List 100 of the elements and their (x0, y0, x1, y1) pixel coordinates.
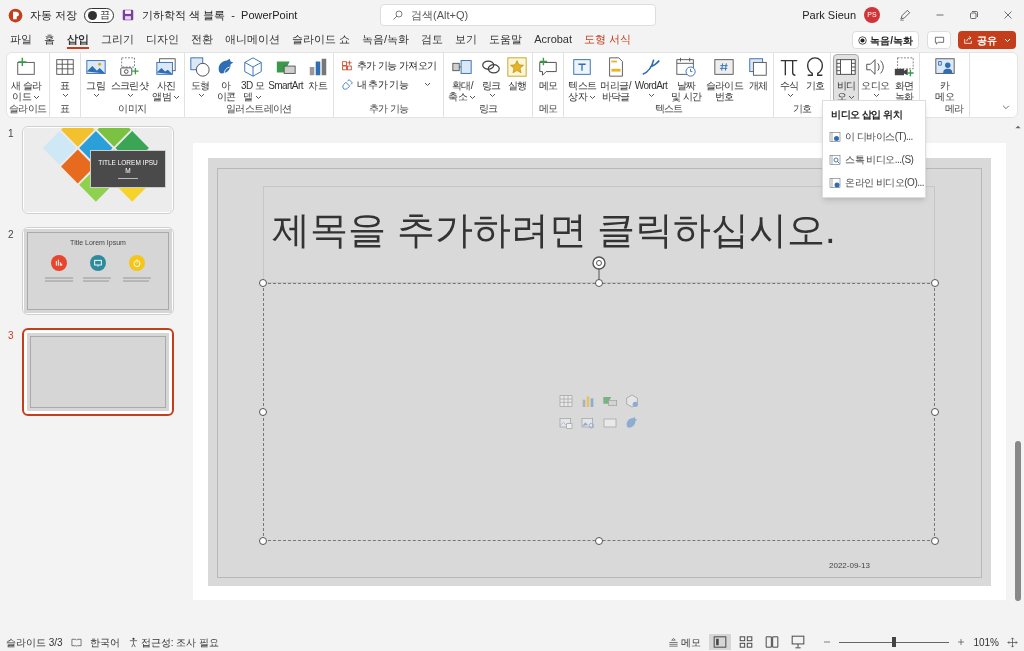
accessibility-status[interactable]: 접근성: 조사 필요 (140, 634, 220, 650)
app-logo-icon (8, 7, 23, 23)
ribbon-tab[interactable]: 전환 (191, 31, 213, 49)
ribbon-button[interactable]: 확대/ 축소 (446, 54, 479, 103)
ribbon-button[interactable]: 카 메오 (931, 54, 958, 103)
group-label: 표 (59, 103, 70, 114)
resize-handle[interactable] (931, 279, 939, 287)
ribbon-tab[interactable]: 검토 (421, 31, 444, 49)
ribbon-button[interactable]: 그림 (82, 54, 109, 100)
ribbon-tab[interactable]: 삽입 (67, 31, 89, 49)
video-file-icon (829, 130, 841, 143)
resize-handle[interactable] (931, 408, 939, 416)
accessibility-icon[interactable] (127, 636, 139, 648)
stock-video-icon (829, 153, 841, 166)
slide-thumbnail[interactable] (22, 328, 174, 416)
resize-handle[interactable] (259, 537, 267, 545)
autosave-toggle[interactable]: 끔 (84, 7, 115, 23)
normal-view-button[interactable] (709, 634, 732, 650)
puzzle-icon (340, 78, 354, 91)
ribbon-tab[interactable]: 보기 (455, 31, 478, 49)
zoom-level[interactable]: 101% (973, 634, 999, 650)
ribbon-button[interactable]: 링크 (478, 54, 505, 100)
speaker-icon (864, 56, 887, 78)
record-icon (858, 35, 868, 45)
ribbon-button[interactable]: 표 (51, 54, 78, 100)
group-label: 링크 (478, 103, 498, 114)
screen-record-icon (893, 56, 916, 78)
group-label: 메라 (944, 103, 964, 114)
ribbon-button[interactable]: 개체 (745, 54, 772, 92)
ribbon-tab[interactable]: 파일 (10, 31, 32, 49)
ribbon-tab[interactable]: 홈 (44, 31, 55, 49)
ribbon-button[interactable]: 차트 (304, 54, 331, 92)
fit-slide-icon[interactable] (1007, 636, 1018, 648)
slide-number: 2 (7, 228, 15, 242)
ribbon-button[interactable]: 도형 (187, 54, 214, 100)
ribbon-button[interactable]: 스크린샷 (108, 54, 151, 100)
ribbon-button[interactable]: 슬라이드 번호 (703, 54, 746, 103)
slide-number-icon (713, 56, 736, 78)
ribbon-tab[interactable]: 디자인 (146, 31, 179, 49)
ribbon-button[interactable]: 메모 (535, 54, 562, 92)
notes-button[interactable]: 메모 (668, 634, 702, 650)
film-icon (835, 56, 858, 78)
search-icon (392, 9, 404, 21)
search-field[interactable]: 검색(Alt+Q) (380, 4, 656, 26)
group-label: 일러스트레이션 (226, 103, 292, 114)
book-icon[interactable] (70, 636, 82, 648)
slide-add-icon (15, 56, 38, 78)
share-icon (963, 35, 973, 45)
ribbon-button[interactable]: 실행 (504, 54, 531, 92)
ribbon-button[interactable]: 비디 오 (833, 54, 860, 103)
zoom-in-icon[interactable] (957, 638, 966, 646)
ribbon-button[interactable]: WordArt (632, 54, 670, 100)
comments-button[interactable] (927, 31, 951, 49)
ribbon-button[interactable]: 새 슬라 이드 (9, 54, 44, 103)
scroll-up-icon[interactable] (1014, 123, 1022, 131)
ribbon-tab[interactable]: 슬라이드 쇼 (292, 31, 351, 49)
ribbon-button[interactable]: 화면 녹화 (891, 54, 918, 103)
ribbon-button[interactable]: 오디오 (859, 54, 892, 100)
table-icon (53, 56, 76, 78)
ribbon-button[interactable]: 아 이콘 (213, 54, 240, 103)
caret-icon (1004, 37, 1011, 43)
resize-handle[interactable] (595, 537, 603, 545)
text-box-icon (571, 56, 594, 78)
ribbon-button[interactable]: SmartArt (266, 54, 305, 92)
ribbon-tab[interactable]: Acrobat (534, 31, 573, 49)
ribbon-tab[interactable]: 애니메이션 (225, 31, 280, 49)
record-button[interactable]: 녹음/녹화 (852, 31, 919, 49)
resize-handle[interactable] (259, 279, 267, 287)
ribbon-button[interactable]: 내 추가 기능 (337, 77, 435, 92)
ribbon-button[interactable]: 사진 앨범 (150, 54, 183, 103)
resize-handle[interactable] (595, 279, 603, 287)
language-indicator[interactable]: 한국어 (89, 634, 120, 650)
resize-handle[interactable] (259, 408, 267, 416)
ribbon-tab[interactable]: 녹음/녹화 (362, 31, 410, 49)
slide-number: 1 (7, 127, 15, 141)
menu-item[interactable]: 스톡 비디오...(S) (823, 148, 925, 171)
user-name: Park Sieun (802, 7, 856, 23)
ribbon-button[interactable]: 추가 기능 가져오기 (337, 58, 440, 73)
ribbon-tab[interactable]: 도형 서식 (584, 31, 632, 49)
footer-date: 2022-09-13 (829, 560, 870, 572)
slide-counter: 슬라이드 3/3 (6, 635, 63, 650)
ribbon-button[interactable]: 텍스트 상자 (566, 54, 599, 103)
group-label: 추가 기능 (368, 103, 409, 114)
ribbon-tab[interactable]: 도움말 (489, 31, 523, 49)
ribbon-button[interactable]: 날짜 및 시간 (669, 54, 704, 103)
ribbon-button[interactable]: 수식 (776, 54, 803, 100)
restore-icon[interactable] (968, 9, 980, 21)
ribbon-button[interactable]: 3D 모 델 (239, 54, 267, 103)
zoom-slider-thumb[interactable] (892, 637, 897, 647)
group-label: 기호 (792, 103, 812, 114)
ribbon-tab[interactable]: 그리기 (101, 31, 134, 49)
collapse-ribbon-icon[interactable] (1001, 102, 1011, 112)
menu-item[interactable]: 이 디바이스(T)... (823, 125, 925, 148)
ribbon-button[interactable]: 기호 (802, 54, 829, 92)
resize-handle[interactable] (931, 537, 939, 545)
ribbon-button[interactable]: 머리글/ 바닥글 (598, 54, 633, 103)
share-button[interactable]: 공유 (958, 31, 1016, 49)
close-icon[interactable] (1002, 9, 1014, 21)
pen-icon[interactable] (898, 8, 912, 22)
group-label: 이미지 (118, 103, 147, 114)
